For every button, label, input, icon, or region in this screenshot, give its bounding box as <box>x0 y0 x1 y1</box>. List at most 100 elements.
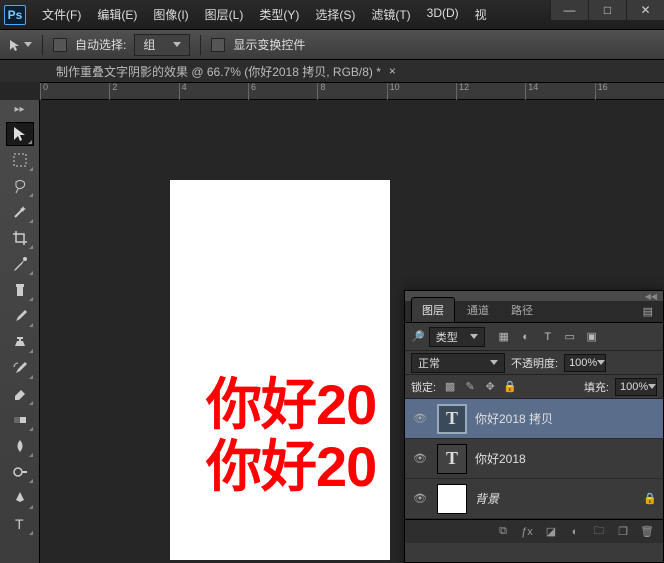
show-transform-checkbox[interactable] <box>211 38 225 52</box>
show-transform-label: 显示变换控件 <box>233 36 305 53</box>
layers-panel-footer: ⧉ ƒx ◪ ◐ 🗀 ❐ 🗑 <box>405 519 663 543</box>
type-tool[interactable]: T <box>6 512 34 536</box>
menu-view-cut[interactable]: 视 <box>469 2 493 27</box>
filter-type-icon[interactable]: T <box>539 328 557 346</box>
auto-select-label: 自动选择: <box>75 36 126 53</box>
move-tool-indicator[interactable] <box>8 38 32 52</box>
healing-brush-tool[interactable] <box>6 278 34 302</box>
app-logo: Ps <box>0 0 30 30</box>
tab-paths[interactable]: 路径 <box>501 298 543 322</box>
document-tab[interactable]: 制作重叠文字阴影的效果 @ 66.7% (你好2018 拷贝, RGB/8) *… <box>50 61 402 82</box>
lock-label: 锁定: <box>411 379 436 395</box>
toolbox-expand-icon[interactable]: ▸▸ <box>4 104 36 116</box>
fill-label: 填充: <box>584 379 609 395</box>
ruler-tick: 10 <box>387 83 456 101</box>
lasso-tool[interactable] <box>6 174 34 198</box>
menu-image[interactable]: 图像(I) <box>147 2 194 27</box>
layer-row[interactable]: 👁 T 你好2018 拷贝 <box>405 399 663 439</box>
layer-filter-row: 🔎 类型 ▦ ◐ T ▭ ▣ <box>405 323 663 351</box>
close-document-icon[interactable]: × <box>389 64 396 78</box>
lock-all-icon[interactable]: 🔒 <box>502 379 518 395</box>
document-tab-title: 制作重叠文字阴影的效果 @ 66.7% (你好2018 拷贝, RGB/8) * <box>56 63 381 80</box>
opacity-input[interactable]: 100% <box>564 354 606 372</box>
delete-layer-icon[interactable]: 🗑 <box>639 524 655 540</box>
blur-tool[interactable] <box>6 434 34 458</box>
dodge-tool[interactable] <box>6 460 34 484</box>
filter-adjustment-icon[interactable]: ◐ <box>517 328 535 346</box>
blend-mode-dropdown[interactable]: 正常 <box>411 353 505 373</box>
filter-shape-icon[interactable]: ▭ <box>561 328 579 346</box>
menu-type[interactable]: 类型(Y) <box>253 2 305 27</box>
opacity-label: 不透明度: <box>511 355 558 371</box>
minimize-button[interactable]: — <box>550 0 588 20</box>
layer-name[interactable]: 背景 <box>475 490 499 507</box>
lock-transparency-icon[interactable]: ▩ <box>442 379 458 395</box>
menu-select[interactable]: 选择(S) <box>309 2 361 27</box>
blend-opacity-row: 正常 不透明度: 100% <box>405 351 663 375</box>
move-tool[interactable] <box>6 122 34 146</box>
layer-row[interactable]: 👁 背景 🔒 <box>405 479 663 519</box>
ruler-tick: 14 <box>525 83 594 101</box>
layer-thumbnail-text-icon[interactable]: T <box>437 404 467 434</box>
collapse-panel-icon[interactable]: ◀◀ <box>645 292 657 301</box>
lock-position-icon[interactable]: ✥ <box>482 379 498 395</box>
eyedropper-tool[interactable] <box>6 252 34 276</box>
group-layers-icon[interactable]: 🗀 <box>591 524 607 540</box>
layers-panel: ◀◀ 图层 通道 路径 ▤ 🔎 类型 ▦ ◐ T ▭ ▣ 正常 不透明度: 10… <box>404 290 664 563</box>
tab-channels[interactable]: 通道 <box>457 298 499 322</box>
canvas[interactable]: 你好20 你好20 <box>170 180 390 560</box>
canvas-text-layer-2[interactable]: 你好20 <box>206 422 376 503</box>
layer-name[interactable]: 你好2018 <box>475 450 526 467</box>
new-layer-icon[interactable]: ❐ <box>615 524 631 540</box>
layer-thumbnail-text-icon[interactable]: T <box>437 444 467 474</box>
ruler-tick: 8 <box>317 83 386 101</box>
visibility-toggle-icon[interactable]: 👁 <box>411 492 429 505</box>
panel-menu-icon[interactable]: ▤ <box>639 301 657 322</box>
adjustment-layer-icon[interactable]: ◐ <box>567 524 583 540</box>
ruler-tick: 12 <box>456 83 525 101</box>
menu-layer[interactable]: 图层(L) <box>199 2 250 27</box>
svg-text:T: T <box>15 516 24 532</box>
panel-tabs: 图层 通道 路径 ▤ <box>405 301 663 323</box>
visibility-toggle-icon[interactable]: 👁 <box>411 452 429 465</box>
visibility-toggle-icon[interactable]: 👁 <box>411 412 429 425</box>
fill-input[interactable]: 100% <box>615 378 657 396</box>
crop-tool[interactable] <box>6 226 34 250</box>
search-icon: 🔎 <box>411 330 425 343</box>
menu-file[interactable]: 文件(F) <box>36 2 87 27</box>
menu-edit[interactable]: 编辑(E) <box>91 2 143 27</box>
filter-pixel-icon[interactable]: ▦ <box>495 328 513 346</box>
auto-select-checkbox[interactable] <box>53 38 67 52</box>
magic-wand-tool[interactable] <box>6 200 34 224</box>
lock-pixels-icon[interactable]: ✎ <box>462 379 478 395</box>
title-bar: Ps 文件(F) 编辑(E) 图像(I) 图层(L) 类型(Y) 选择(S) 滤… <box>0 0 664 30</box>
gradient-tool[interactable] <box>6 408 34 432</box>
menu-filter[interactable]: 滤镜(T) <box>365 2 416 27</box>
layer-locked-icon: 🔒 <box>643 492 657 505</box>
history-brush-tool[interactable] <box>6 356 34 380</box>
filter-smart-icon[interactable]: ▣ <box>583 328 601 346</box>
eraser-tool[interactable] <box>6 382 34 406</box>
window-controls: — □ ✕ <box>550 0 664 20</box>
clone-stamp-tool[interactable] <box>6 330 34 354</box>
pen-tool[interactable] <box>6 486 34 510</box>
maximize-button[interactable]: □ <box>588 0 626 20</box>
auto-select-target-dropdown[interactable]: 组 <box>134 34 190 56</box>
layer-row[interactable]: 👁 T 你好2018 <box>405 439 663 479</box>
layer-thumbnail[interactable] <box>437 484 467 514</box>
close-button[interactable]: ✕ <box>626 0 664 20</box>
ruler-tick: 6 <box>248 83 317 101</box>
tab-layers[interactable]: 图层 <box>411 297 455 322</box>
marquee-tool[interactable] <box>6 148 34 172</box>
layer-name[interactable]: 你好2018 拷贝 <box>475 410 553 427</box>
options-bar: 自动选择: 组 显示变换控件 <box>0 30 664 60</box>
filter-type-dropdown[interactable]: 类型 <box>429 327 485 347</box>
layer-mask-icon[interactable]: ◪ <box>543 524 559 540</box>
link-layers-icon[interactable]: ⧉ <box>495 524 511 540</box>
menu-3d[interactable]: 3D(D) <box>421 2 465 27</box>
layer-style-icon[interactable]: ƒx <box>519 524 535 540</box>
brush-tool[interactable] <box>6 304 34 328</box>
horizontal-ruler[interactable]: 0 2 4 6 8 10 12 14 16 <box>40 82 664 100</box>
ruler-tick: 4 <box>179 83 248 101</box>
ruler-tick: 0 <box>40 83 109 101</box>
